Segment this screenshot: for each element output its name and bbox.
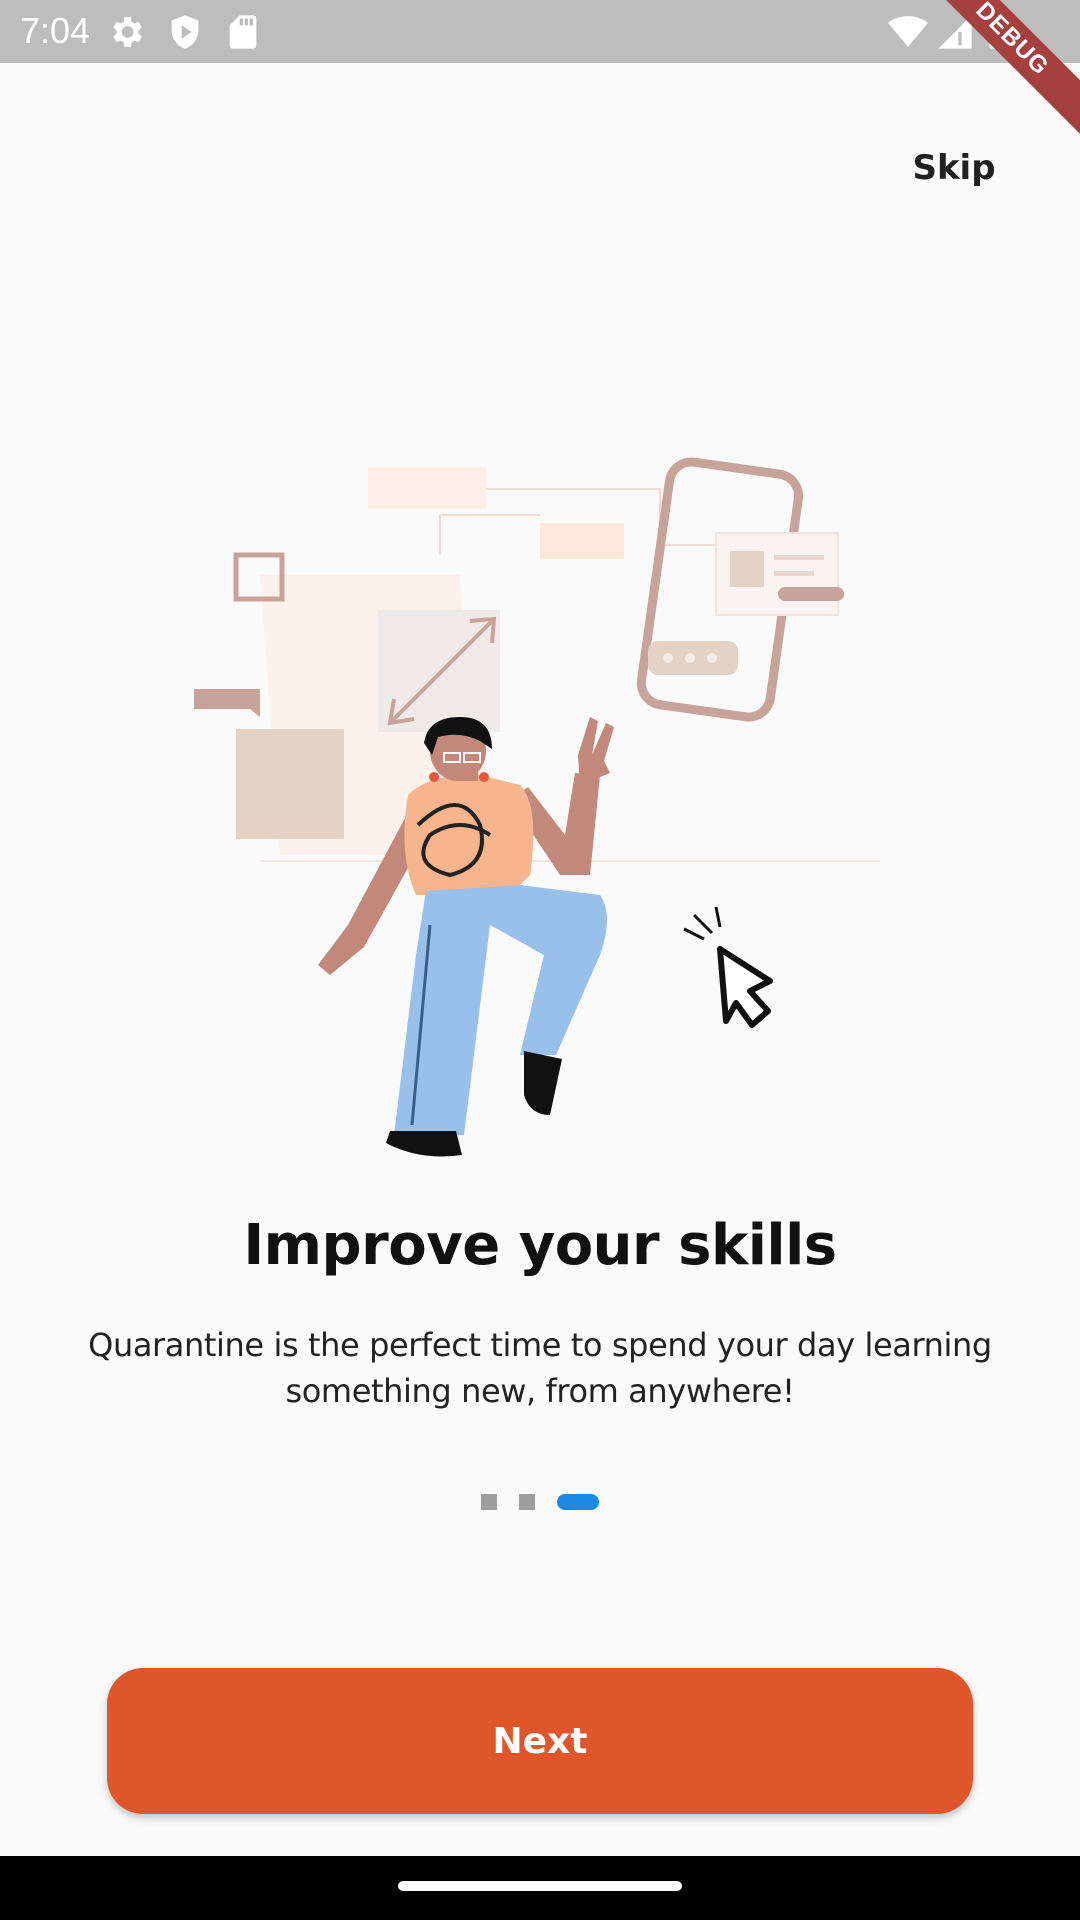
home-indicator[interactable] xyxy=(398,1881,682,1891)
cursor-icon xyxy=(683,906,773,1028)
onboarding-screen: 7:04 DEBUG Skip Improve your skills Quar… xyxy=(0,0,1080,1920)
speech-bubble xyxy=(194,689,260,717)
status-bar: 7:04 DEBUG xyxy=(0,0,1080,145)
next-button[interactable]: Next xyxy=(107,1668,973,1814)
page-title: Improve your skills xyxy=(243,1213,837,1278)
skip-button[interactable]: Skip xyxy=(894,140,1014,196)
bg-block-1 xyxy=(368,467,486,509)
wifi-icon xyxy=(888,16,928,47)
page-indicator xyxy=(0,1494,1080,1510)
settings-icon xyxy=(113,17,142,47)
status-time: 7:04 xyxy=(20,10,91,51)
resize-panel xyxy=(378,610,500,732)
page-subtitle: Quarantine is the perfect time to spend … xyxy=(88,1326,992,1410)
bg-block-2 xyxy=(540,523,624,559)
shield-icon xyxy=(171,15,199,49)
page-dot-2 xyxy=(519,1494,535,1510)
page-dot-1 xyxy=(481,1494,497,1510)
debug-banner: DEBUG xyxy=(906,0,1080,145)
beige-square xyxy=(236,729,344,839)
page-dot-3-active xyxy=(557,1494,599,1510)
navigation-bar xyxy=(0,1856,1080,1920)
onboarding-illustration xyxy=(194,457,880,1157)
sd-card-icon xyxy=(229,15,257,49)
